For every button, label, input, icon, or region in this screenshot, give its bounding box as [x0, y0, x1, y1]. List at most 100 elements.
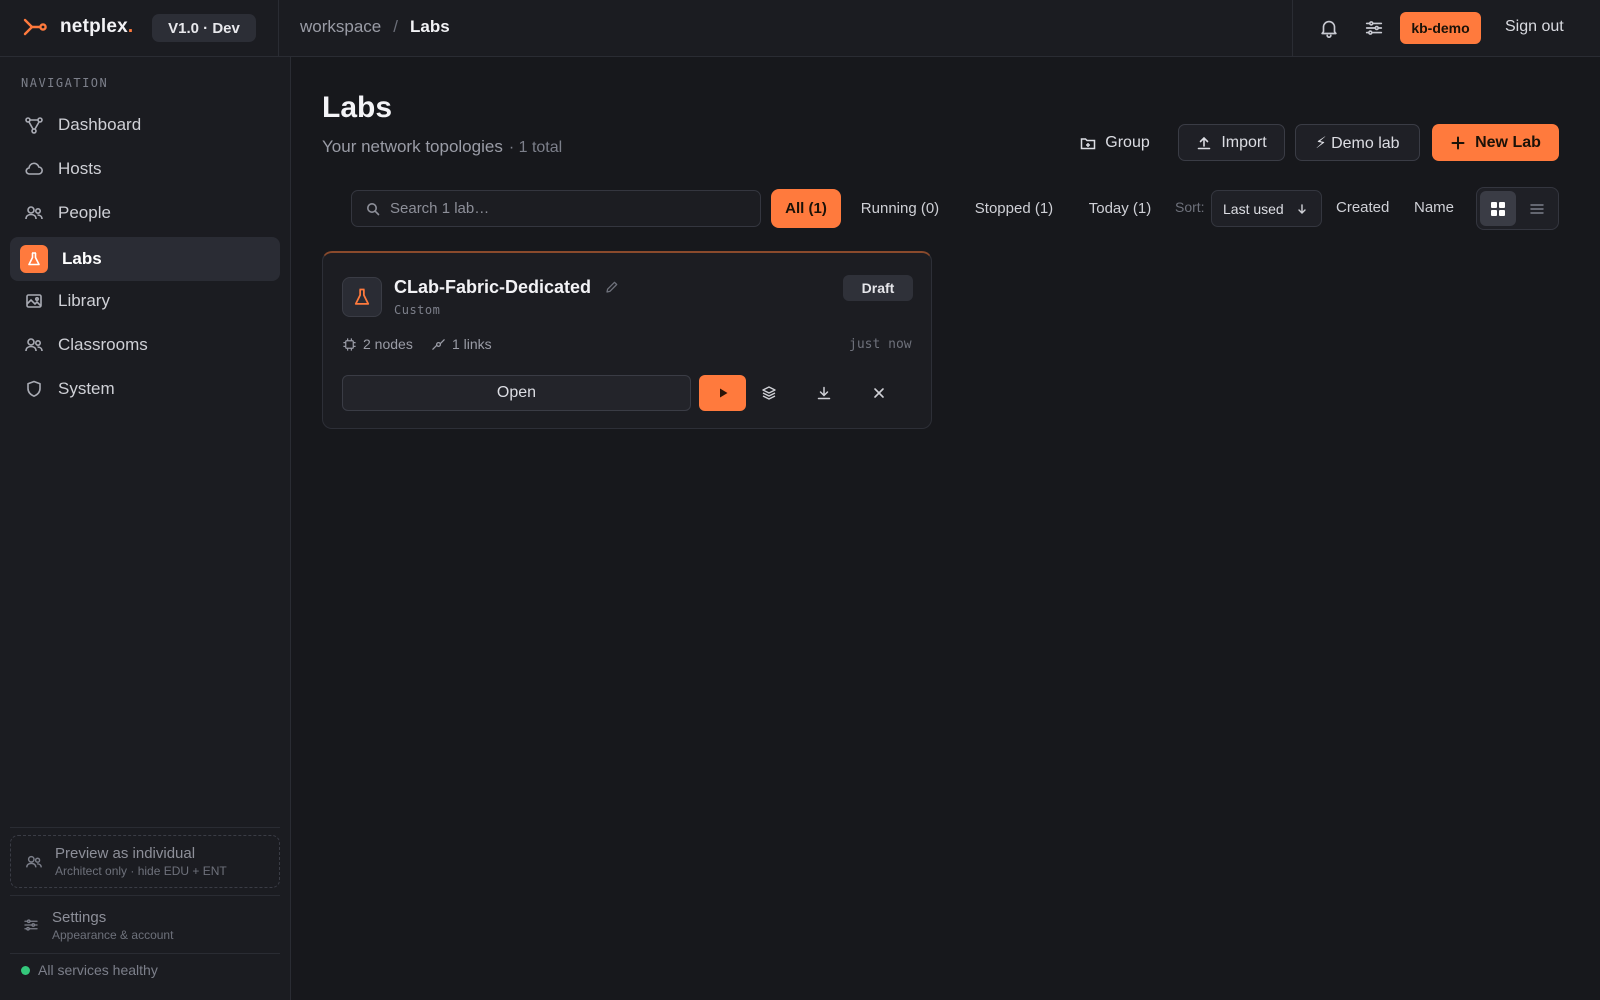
- open-lab-button[interactable]: Open: [342, 375, 691, 411]
- flask-icon: [20, 245, 48, 273]
- health-text: All services healthy: [38, 962, 158, 978]
- filter-today[interactable]: Today (1): [1080, 189, 1160, 228]
- sort-select[interactable]: Last used: [1211, 190, 1322, 227]
- filter-all[interactable]: All (1): [771, 189, 841, 228]
- sort-label: Sort:: [1175, 199, 1205, 215]
- divider: [1292, 0, 1293, 57]
- filter-stopped[interactable]: Stopped (1): [962, 189, 1066, 228]
- sliders-icon[interactable]: [1363, 17, 1385, 39]
- total-count: · 1 total: [508, 139, 563, 156]
- close-icon: [872, 386, 886, 400]
- user-badge[interactable]: kb-demo: [1400, 12, 1481, 44]
- lab-name[interactable]: CLab-Fabric-Dedicated: [394, 277, 591, 298]
- grid-view-icon[interactable]: [1480, 191, 1516, 226]
- sidebar-item-library[interactable]: Library: [10, 279, 280, 323]
- sidebar-item-label: People: [58, 203, 111, 222]
- divider: [10, 827, 280, 828]
- sidebar-item-label: Dashboard: [58, 115, 142, 134]
- search-input[interactable]: Search 1 lab…: [351, 190, 761, 227]
- bell-icon[interactable]: [1318, 17, 1340, 39]
- chip-icon: [342, 337, 357, 352]
- sidebar-item-hosts[interactable]: Hosts: [10, 147, 280, 191]
- users-icon: [24, 335, 44, 355]
- plus-icon: [1450, 135, 1466, 151]
- import-button[interactable]: Import: [1178, 124, 1285, 161]
- sidebar-item-label: Hosts: [58, 159, 102, 178]
- breadcrumb: workspace / Labs: [300, 17, 450, 37]
- sidebar-item-labs[interactable]: Labs: [10, 237, 280, 281]
- sidebar-item-label: System: [58, 379, 115, 398]
- version-badge[interactable]: V1.0 · Dev: [152, 14, 256, 42]
- sidebar-item-label: Library: [58, 291, 110, 310]
- top-bar: netplex. V1.0 · Dev workspace / Labs kb-…: [0, 0, 1600, 57]
- delete-button[interactable]: [861, 375, 897, 411]
- layers-icon: [761, 385, 777, 401]
- settings-title: Settings: [52, 908, 107, 926]
- sidebar-item-people[interactable]: People: [10, 191, 280, 235]
- search-icon: [366, 202, 380, 216]
- new-lab-button[interactable]: New Lab: [1432, 124, 1559, 161]
- sort-selected: Last used: [1223, 200, 1284, 217]
- node-count-text: 2 nodes: [363, 336, 413, 352]
- sidebar-item-label: Classrooms: [58, 335, 148, 354]
- sidebar: NAVIGATION Dashboard Hosts People Labs L…: [0, 57, 291, 1000]
- folder-plus-icon: [1080, 135, 1096, 151]
- preview-title: Preview as individual: [55, 845, 196, 862]
- upload-icon: [1196, 135, 1212, 151]
- preview-as-individual-button[interactable]: Preview as individual Architect only · h…: [10, 835, 280, 888]
- topology-icon: [24, 115, 44, 135]
- netplex-logo-icon: [23, 18, 47, 36]
- users-icon: [25, 853, 43, 871]
- list-view-icon[interactable]: [1519, 191, 1555, 226]
- brand-name: netplex.: [60, 16, 134, 37]
- cloud-icon: [24, 159, 44, 179]
- search-placeholder: Search 1 lab…: [390, 200, 490, 217]
- flask-icon: [342, 277, 382, 317]
- group-label: Group: [1105, 133, 1150, 151]
- divider: [10, 895, 280, 896]
- status-dot: [21, 965, 30, 975]
- brand[interactable]: netplex.: [22, 14, 133, 40]
- link-icon: [431, 337, 446, 352]
- sidebar-item-classrooms[interactable]: Classrooms: [10, 323, 280, 367]
- last-updated: just now: [849, 337, 912, 352]
- lab-type: Custom: [394, 303, 441, 317]
- settings-subtitle: Appearance & account: [52, 927, 174, 942]
- nav-heading: NAVIGATION: [21, 76, 109, 90]
- sidebar-item-system[interactable]: System: [10, 367, 280, 411]
- demo-lab-label: ⚡ Demo lab: [1315, 134, 1400, 152]
- subtitle-text: Your network topologies: [322, 137, 503, 156]
- settings-button[interactable]: Settings Appearance & account: [10, 905, 280, 945]
- node-count: 2 nodes: [342, 336, 413, 352]
- download-icon: [816, 385, 832, 401]
- sort-option-name[interactable]: Name: [1414, 199, 1454, 216]
- download-button[interactable]: [806, 375, 842, 411]
- shield-icon: [24, 379, 44, 399]
- service-health-status: All services healthy: [21, 962, 158, 978]
- arrow-down-icon: [1296, 203, 1308, 215]
- sliders-icon: [22, 916, 40, 934]
- layers-button[interactable]: [751, 375, 787, 411]
- preview-subtitle: Architect only · hide EDU + ENT: [55, 864, 227, 878]
- sign-out-link[interactable]: Sign out: [1505, 18, 1564, 36]
- page-title: Labs: [322, 91, 393, 124]
- breadcrumb-workspace[interactable]: workspace: [300, 17, 381, 37]
- filter-running[interactable]: Running (0): [852, 189, 948, 228]
- status-badge: Draft: [843, 275, 913, 301]
- breadcrumb-separator: /: [393, 17, 398, 36]
- users-icon: [24, 203, 44, 223]
- start-lab-button[interactable]: [699, 375, 746, 411]
- group-button[interactable]: Group: [1072, 124, 1158, 161]
- divider: [278, 0, 279, 57]
- sort-option-created[interactable]: Created: [1336, 199, 1389, 216]
- lab-card[interactable]: CLab-Fabric-Dedicated Custom Draft 2 nod…: [322, 251, 932, 429]
- view-toggle: [1476, 187, 1559, 230]
- import-label: Import: [1221, 133, 1267, 151]
- edit-icon[interactable]: [605, 280, 619, 294]
- demo-lab-button[interactable]: ⚡ Demo lab: [1295, 124, 1420, 161]
- page-subtitle: Your network topologies · 1 total: [322, 137, 562, 157]
- sidebar-item-label: Labs: [62, 249, 102, 268]
- breadcrumb-current: Labs: [410, 17, 450, 36]
- link-count-text: 1 links: [452, 336, 492, 352]
- sidebar-item-dashboard[interactable]: Dashboard: [10, 103, 280, 147]
